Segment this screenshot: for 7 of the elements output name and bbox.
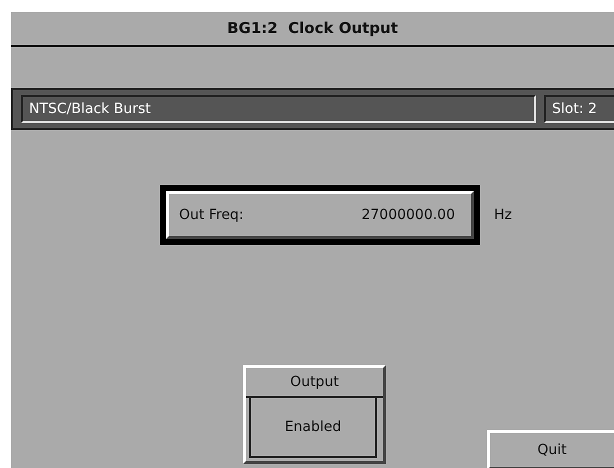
slot-field: Slot: 2 — [544, 95, 614, 123]
quit-button[interactable]: Quit — [487, 430, 614, 468]
unit-label: Hz — [494, 206, 512, 224]
standard-field: NTSC/Black Burst — [21, 95, 536, 123]
window-title: BG1:2 Clock Output — [227, 18, 398, 40]
frequency-button[interactable]: Out Freq: 27000000.00 — [166, 191, 474, 239]
output-button[interactable]: Enabled — [249, 398, 377, 458]
